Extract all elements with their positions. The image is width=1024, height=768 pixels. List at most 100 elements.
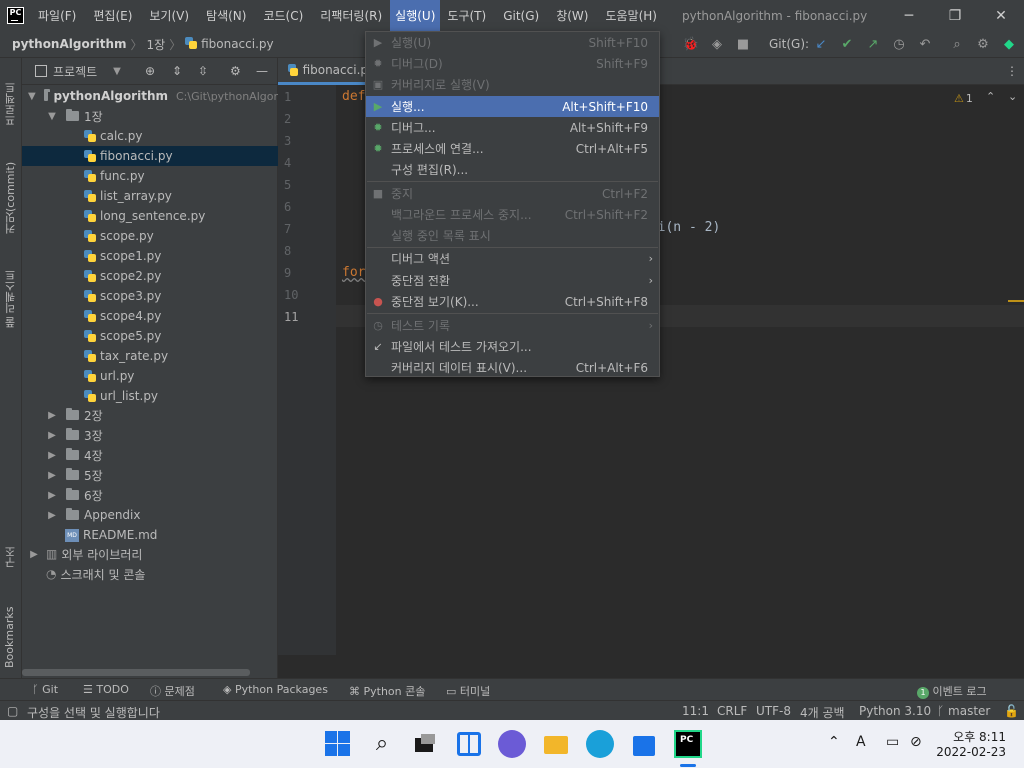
tab-git[interactable]: ᚴ Git <box>32 683 58 696</box>
menu-item-stop[interactable]: ■ 중지 Ctrl+F2 <box>366 183 659 204</box>
tree-file[interactable]: tax_rate.py <box>22 346 278 366</box>
chevron-right-icon[interactable]: ▶ <box>46 410 58 421</box>
tree-readme[interactable]: MD README.md <box>22 525 278 545</box>
indent-setting[interactable]: 4개 공백 <box>800 704 845 721</box>
menu-item-test-history[interactable]: ◷ 테스트 기록 › <box>366 315 659 336</box>
menu-item-stop-background[interactable]: 백그라운드 프로세스 중지... Ctrl+Shift+F2 <box>366 204 659 225</box>
menu-item-view-breakpoints[interactable]: ● 중단점 보기(K)... Ctrl+Shift+F8 <box>366 291 659 312</box>
more-options-icon[interactable]: ⋮ <box>1006 64 1018 78</box>
editor-tab-fibonacci[interactable]: fibonacci.p <box>278 58 368 85</box>
tree-file[interactable]: scope2.py <box>22 266 278 286</box>
tab-terminal[interactable]: ▭ 터미널 <box>446 683 490 699</box>
lock-icon[interactable]: 🔓 <box>1004 704 1019 718</box>
tree-folder[interactable]: ▶ 4장 <box>22 445 278 465</box>
stop-toolbar-icon[interactable]: ■ <box>734 35 752 53</box>
python-interpreter[interactable]: Python 3.10 <box>859 704 931 718</box>
tree-root[interactable]: ▼ pythonAlgorithm C:\Git\pythonAlgor <box>22 86 278 106</box>
minimize-button[interactable]: ─ <box>886 0 932 31</box>
chevron-right-icon[interactable]: ▶ <box>46 450 58 461</box>
edge-browser-icon[interactable] <box>586 730 614 758</box>
menu-item-debug-actions[interactable]: 디버그 액션 › <box>366 248 659 269</box>
search-icon[interactable]: ⌕ <box>948 35 966 53</box>
tree-file[interactable]: scope.py <box>22 226 278 246</box>
menu-item-import-tests[interactable]: ↙ 파일에서 테스트 가져오기... <box>366 336 659 357</box>
menu-item-edit-configurations[interactable]: 구성 편집(R)... <box>366 159 659 180</box>
tree-external-libraries[interactable]: ▶ ▥ 외부 라이브러리 <box>22 544 278 564</box>
network-icon[interactable]: ▭ <box>886 734 899 750</box>
breadcrumb-file[interactable]: fibonacci.py <box>185 37 274 51</box>
menu-item-attach-to-process[interactable]: ✹ 프로세스에 연결... Ctrl+Alt+F5 <box>366 138 659 159</box>
tree-folder[interactable]: ▶ 3장 <box>22 425 278 445</box>
tray-chevron-up-icon[interactable]: ⌃ <box>828 734 840 750</box>
breadcrumb-project[interactable]: pythonAlgorithm <box>12 37 127 51</box>
microsoft-store-icon[interactable] <box>630 730 658 758</box>
git-branch-widget[interactable]: ᚴ master <box>937 704 990 718</box>
file-explorer-icon[interactable] <box>542 730 570 758</box>
tree-file[interactable]: scope3.py <box>22 286 278 306</box>
chevron-down-icon[interactable]: ▼ <box>46 111 58 122</box>
breadcrumb-folder[interactable]: 1장 <box>147 36 166 53</box>
chevron-right-icon[interactable]: ▶ <box>46 470 58 481</box>
ime-indicator[interactable]: A <box>856 734 866 750</box>
pycharm-taskbar-icon[interactable]: PC <box>674 730 702 758</box>
menu-git[interactable]: Git(G) <box>500 7 542 25</box>
collapse-all-icon[interactable]: ⇳ <box>198 64 208 78</box>
menu-item-show-coverage-data[interactable]: 커버리지 데이터 표시(V)... Ctrl+Alt+F6 <box>366 357 659 378</box>
menu-item-run-with-coverage[interactable]: ▣ 커버리지로 실행(V) <box>366 74 659 95</box>
tree-folder[interactable]: ▶ 6장 <box>22 485 278 505</box>
teams-chat-icon[interactable] <box>498 730 526 758</box>
menu-view[interactable]: 보기(V) <box>146 5 192 26</box>
menu-window[interactable]: 창(W) <box>553 5 591 26</box>
panel-settings-icon[interactable]: ⚙ <box>230 64 241 78</box>
tree-folder[interactable]: ▶ 2장 <box>22 405 278 425</box>
git-history-icon[interactable]: ◷ <box>890 35 908 53</box>
chevron-right-icon[interactable]: ▶ <box>46 510 58 521</box>
widgets-icon[interactable] <box>455 730 483 758</box>
pycharm-update-icon[interactable]: ◆ <box>1000 35 1018 53</box>
git-push-icon[interactable]: ↗ <box>864 35 882 53</box>
tab-bookmarks[interactable]: Bookmarks <box>3 588 16 668</box>
tree-file[interactable]: url_list.py <box>22 386 278 406</box>
chevron-down-icon[interactable]: ▼ <box>28 91 36 102</box>
hide-panel-icon[interactable]: — <box>256 64 268 78</box>
tree-file-selected[interactable]: fibonacci.py <box>22 146 278 166</box>
tab-event-log[interactable]: 1 이벤트 로그 <box>917 683 987 699</box>
close-button[interactable]: ✕ <box>978 0 1024 31</box>
menu-code[interactable]: 코드(C) <box>260 5 306 26</box>
caret-position[interactable]: 11:1 <box>682 704 709 718</box>
git-commit-icon[interactable]: ✔ <box>838 35 856 53</box>
tree-file[interactable]: url.py <box>22 366 278 386</box>
task-view-icon[interactable] <box>411 730 439 758</box>
file-encoding[interactable]: UTF-8 <box>756 704 791 718</box>
tree-folder[interactable]: ▶ Appendix <box>22 505 278 525</box>
menu-navigate[interactable]: 탐색(N) <box>203 5 249 26</box>
chevron-down-icon[interactable]: ▼ <box>113 66 121 77</box>
menu-file[interactable]: 파일(F) <box>35 5 79 26</box>
chevron-down-icon[interactable]: ⌄ <box>1008 90 1017 103</box>
project-horizontal-scrollbar[interactable] <box>22 669 250 676</box>
project-panel-title[interactable]: 프로젝트 <box>53 63 97 80</box>
warning-icon[interactable]: ⚠ 1 <box>954 92 973 105</box>
coverage-toolbar-icon[interactable]: ◈ <box>708 35 726 53</box>
menu-item-debug[interactable]: ✹ 디버그(D) Shift+F9 <box>366 53 659 74</box>
tree-folder-1[interactable]: ▼ 1장 <box>22 106 278 126</box>
settings-gear-icon[interactable]: ⚙ <box>974 35 992 53</box>
git-rollback-icon[interactable]: ↶ <box>916 35 934 53</box>
tree-file[interactable]: calc.py <box>22 126 278 146</box>
tab-pull-requests[interactable]: 풀 리퀘스트 <box>3 256 19 329</box>
tree-file[interactable]: scope4.py <box>22 306 278 326</box>
debug-toolbar-icon[interactable]: 🐞 <box>682 35 700 53</box>
tree-file[interactable]: scope5.py <box>22 326 278 346</box>
chevron-right-icon[interactable]: ▶ <box>28 549 40 560</box>
warning-stripe-marker[interactable] <box>1008 300 1024 302</box>
menu-item-debug-config[interactable]: ✹ 디버그... Alt+Shift+F9 <box>366 117 659 138</box>
chevron-right-icon[interactable]: ▶ <box>46 430 58 441</box>
tree-folder[interactable]: ▶ 5장 <box>22 465 278 485</box>
locate-file-icon[interactable]: ⊕ <box>145 64 155 78</box>
line-separator[interactable]: CRLF <box>717 704 747 718</box>
tab-problems[interactable]: ⓘ 문제점 <box>150 683 195 699</box>
tree-file[interactable]: long_sentence.py <box>22 206 278 226</box>
tree-file[interactable]: scope1.py <box>22 246 278 266</box>
menu-item-show-running-list[interactable]: 실행 중인 목록 표시 <box>366 225 659 246</box>
expand-all-icon[interactable]: ⇕ <box>172 64 182 78</box>
